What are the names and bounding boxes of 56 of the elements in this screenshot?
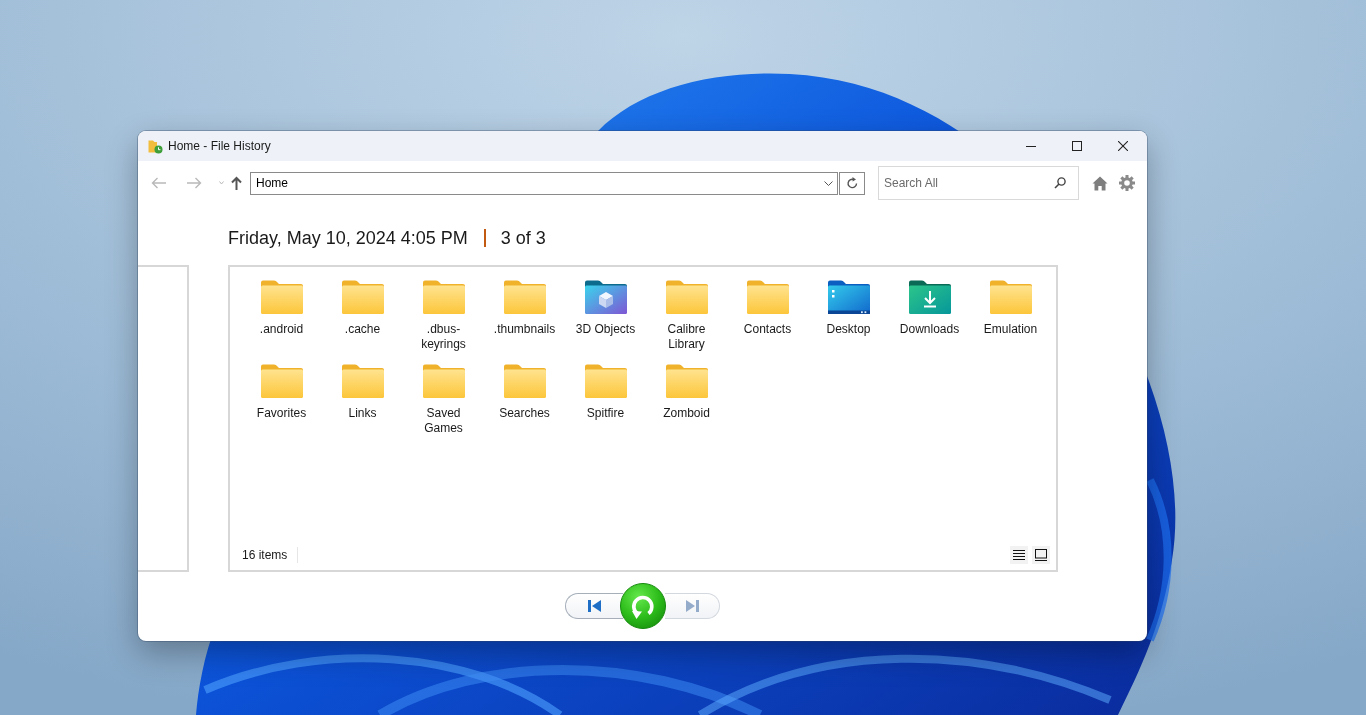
refresh-icon xyxy=(846,177,858,189)
version-position: 3 of 3 xyxy=(500,227,546,249)
folder-item[interactable]: .thumbnails xyxy=(484,280,565,364)
folder-item[interactable]: Searches xyxy=(484,364,565,448)
folder-icon xyxy=(665,280,708,314)
folder-icon xyxy=(422,364,465,398)
large-icons-view-icon xyxy=(1035,548,1047,561)
details-view-icon xyxy=(1013,549,1025,560)
window-title: Home - File History xyxy=(168,139,271,153)
folder-icon xyxy=(260,364,303,398)
version-date: Friday, May 10, 2024 4:05 PM xyxy=(228,227,468,249)
forward-arrow-icon xyxy=(186,177,202,189)
folder-item[interactable]: Favorites xyxy=(241,364,322,448)
folder-item[interactable]: 3D Objects xyxy=(565,280,646,364)
cube-folder-icon xyxy=(584,280,627,314)
chevron-down-icon xyxy=(218,181,224,185)
back-arrow-icon xyxy=(150,177,166,189)
folder-item[interactable]: .android xyxy=(241,280,322,364)
folder-item[interactable]: Saved Games xyxy=(403,364,484,448)
folder-icon xyxy=(341,364,384,398)
folder-icon xyxy=(584,364,627,398)
up-arrow-icon xyxy=(230,176,242,190)
folder-item[interactable]: Emulation xyxy=(970,280,1051,364)
folder-icon xyxy=(989,280,1032,314)
large-icons-view-button[interactable] xyxy=(1032,545,1050,564)
folder-icon xyxy=(665,364,708,398)
desktop-folder-icon xyxy=(827,280,870,314)
item-count: 16 items xyxy=(242,547,288,562)
folder-icon xyxy=(260,280,303,314)
folder-item[interactable]: .cache xyxy=(322,280,403,364)
folder-item[interactable]: Calibre Library xyxy=(646,280,727,364)
skip-back-icon xyxy=(588,599,601,612)
maximize-icon xyxy=(1072,141,1082,151)
download-folder-icon xyxy=(908,280,951,314)
folder-item[interactable]: Links xyxy=(322,364,403,448)
minimize-icon xyxy=(1026,145,1036,147)
home-icon xyxy=(1092,175,1108,191)
folder-icon xyxy=(341,280,384,314)
close-icon xyxy=(1118,141,1128,151)
folder-item[interactable]: Contacts xyxy=(727,280,808,364)
folder-clock-icon xyxy=(148,138,163,154)
folder-item[interactable]: Spitfire xyxy=(565,364,646,448)
folder-icon xyxy=(746,280,789,314)
details-view-button[interactable] xyxy=(1010,545,1028,564)
folder-item[interactable]: .dbus-keyrings xyxy=(403,280,484,364)
restore-button[interactable] xyxy=(620,582,666,629)
skip-forward-icon xyxy=(685,599,699,612)
folder-item[interactable]: Zomboid xyxy=(646,364,727,448)
previous-version-button[interactable] xyxy=(565,592,623,619)
folder-icon xyxy=(422,280,465,314)
folder-icon xyxy=(503,280,546,314)
folder-item[interactable]: Downloads xyxy=(889,280,970,364)
refresh-button[interactable] xyxy=(839,171,865,195)
settings-icon xyxy=(1119,175,1135,191)
folder-item[interactable]: Desktop xyxy=(808,280,889,364)
folder-icon xyxy=(503,364,546,398)
